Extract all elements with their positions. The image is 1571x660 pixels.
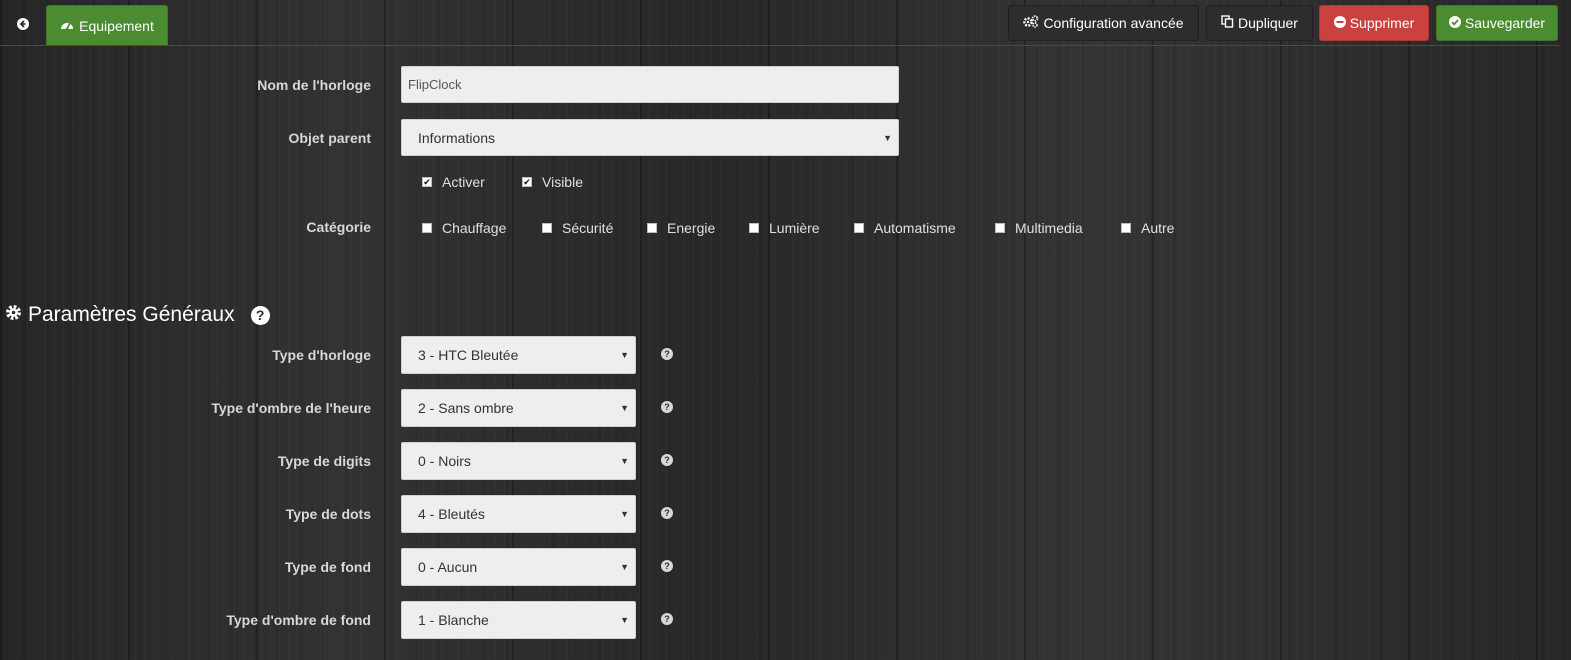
caret-down-icon: ▼ [620,615,629,625]
checkbox[interactable] [995,223,1005,233]
select-value: 0 - Aucun [418,559,478,575]
minus-circle-icon [1333,15,1346,31]
cogs-icon [1023,15,1039,31]
question-circle-icon[interactable]: ? [661,348,673,360]
question-circle-icon[interactable]: ? [661,613,673,625]
select-value: 2 - Sans ombre [418,400,514,416]
question-circle-icon[interactable]: ? [250,305,270,325]
visible-label: Visible [542,174,583,190]
select-value: 4 - Bleutés [418,506,485,522]
clock-type-select[interactable]: 3 - HTC Bleutée ▼ [401,336,636,374]
checkbox[interactable] [542,223,552,233]
check-circle-icon [1448,15,1461,31]
category-autre-label: Autre [1141,220,1175,236]
select-value: 3 - HTC Bleutée [418,347,519,363]
save-button[interactable]: Sauvegarder [1436,5,1558,41]
hour-shadow-select[interactable]: 2 - Sans ombre ▼ [401,389,636,427]
param-label: Type de digits [277,453,371,469]
category-multimedia[interactable]: Multimedia [995,220,1083,236]
param-label: Type de fond [284,559,371,575]
category-securite[interactable]: Sécurité [542,220,613,236]
name-label: Nom de l'horloge [257,77,371,93]
delete-label: Supprimer [1349,15,1415,31]
category-chauffage-label: Chauffage [442,220,507,236]
tab-equipement[interactable]: Equipement [46,5,168,45]
param-label: Type d'horloge [272,347,371,363]
save-label: Sauvegarder [1464,15,1546,31]
top-bar: Equipement Configuration avancée Dupliqu… [0,0,1560,46]
parent-label: Objet parent [288,130,371,146]
parent-object-value: Informations [418,129,496,146]
activer-checkbox[interactable]: ✔ Activer [422,174,485,190]
caret-down-icon: ▼ [620,562,629,572]
caret-down-icon: ▼ [620,509,629,519]
background-shadow-select[interactable]: 1 - Blanche ▼ [401,601,636,639]
checkbox[interactable] [749,223,759,233]
param-label: Type de dots [285,506,371,522]
caret-down-icon: ▼ [883,132,892,143]
category-chauffage[interactable]: Chauffage [422,220,506,236]
select-value: 0 - Noirs [418,453,471,469]
question-circle-icon[interactable]: ? [661,401,673,413]
category-energie[interactable]: Energie [647,220,715,236]
question-circle-icon[interactable]: ? [661,507,673,519]
checkbox[interactable] [422,223,432,233]
category-automatisme-label: Automatisme [874,220,956,236]
activer-label: Activer [442,174,485,190]
duplicate-button[interactable]: Dupliquer [1206,5,1313,41]
delete-button[interactable]: Supprimer [1319,5,1429,41]
caret-down-icon: ▼ [620,456,629,466]
gear-icon [5,303,22,327]
copy-icon [1221,15,1234,31]
param-label: Type d'ombre de fond [226,612,371,628]
category-automatisme[interactable]: Automatisme [854,220,956,236]
category-securite-label: Sécurité [562,220,614,236]
tab-equipement-label: Equipement [79,17,154,34]
arrow-circle-left-icon [17,18,29,30]
dashboard-icon [60,18,74,34]
back-button[interactable] [8,10,38,38]
checkbox[interactable] [854,223,864,233]
section-title-text: Paramètres Généraux [28,303,235,326]
category-energie-label: Energie [667,220,716,236]
caret-down-icon: ▼ [620,403,629,413]
background-type-select[interactable]: 0 - Aucun ▼ [401,548,636,586]
parent-object-select[interactable]: Informations ▼ [401,119,899,156]
param-label: Type d'ombre de l'heure [211,400,371,416]
digits-type-select[interactable]: 0 - Noirs ▼ [401,442,636,480]
question-circle-icon[interactable]: ? [661,454,673,466]
section-title: Paramètres Généraux ? [5,303,270,327]
checkbox[interactable] [1121,223,1131,233]
advanced-config-label: Configuration avancée [1043,15,1184,31]
checkbox-checked[interactable]: ✔ [522,177,532,187]
advanced-config-button[interactable]: Configuration avancée [1008,5,1199,41]
checkbox-checked[interactable]: ✔ [422,177,432,187]
question-circle-icon[interactable]: ? [661,560,673,572]
dots-type-select[interactable]: 4 - Bleutés ▼ [401,495,636,533]
category-autre[interactable]: Autre [1121,220,1174,236]
visible-checkbox[interactable]: ✔ Visible [522,174,583,190]
duplicate-label: Dupliquer [1238,15,1298,31]
checkbox[interactable] [647,223,657,233]
category-label: Catégorie [306,219,371,235]
category-lumiere-label: Lumière [769,220,820,236]
clock-name-input[interactable] [401,66,899,103]
category-multimedia-label: Multimedia [1015,220,1083,236]
select-value: 1 - Blanche [418,612,489,628]
category-lumiere[interactable]: Lumière [749,220,820,236]
caret-down-icon: ▼ [620,350,629,360]
